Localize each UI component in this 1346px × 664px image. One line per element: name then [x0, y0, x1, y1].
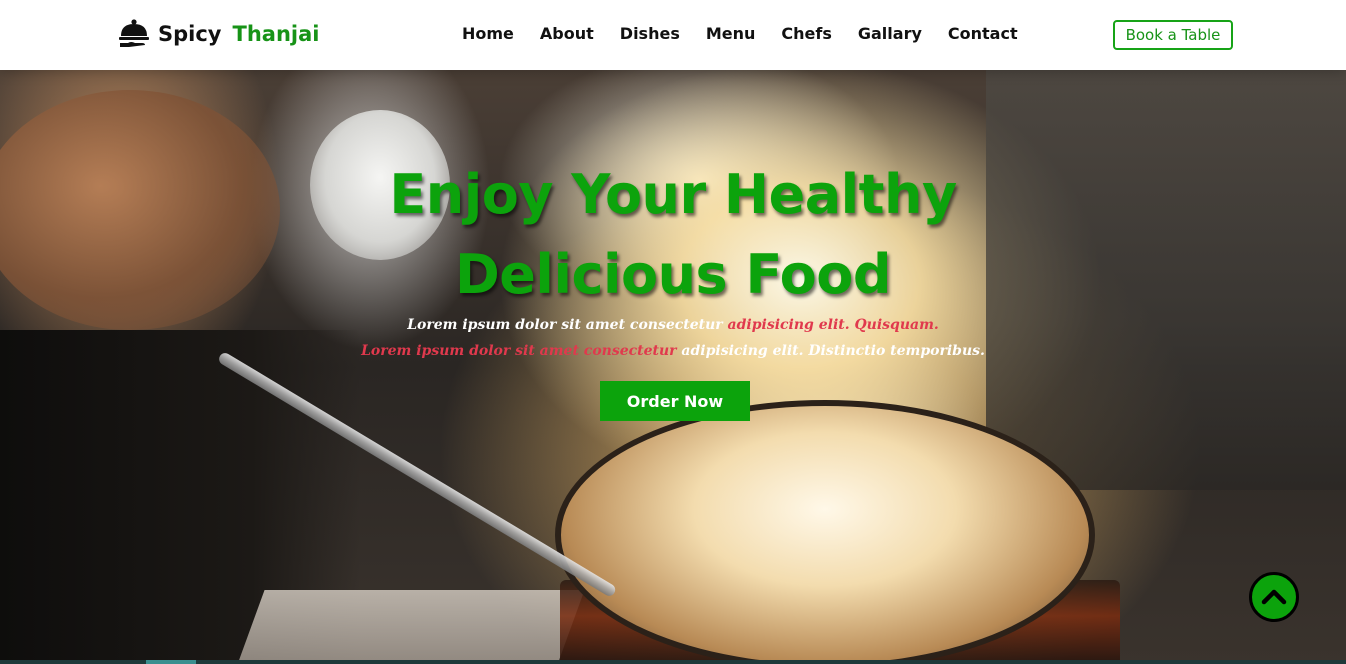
order-now-button[interactable]: Order Now	[600, 381, 750, 421]
cloche-serving-icon	[119, 19, 149, 47]
flaming-pan-image	[555, 400, 1095, 664]
chef-arm-image	[0, 90, 280, 330]
nav-about[interactable]: About	[527, 20, 607, 48]
hero-bottom-strip	[0, 660, 1346, 664]
chevron-up-icon	[1261, 589, 1287, 605]
scroll-to-top-button[interactable]	[1249, 572, 1299, 622]
site-header: Spicy Thanjai Home About Dishes Menu Chef…	[0, 0, 1346, 70]
nav-dishes[interactable]: Dishes	[607, 20, 693, 48]
hero-title-line2: Delicious Food	[454, 243, 892, 306]
hero-description-segment: Lorem ipsum dolor sit amet consectetur	[407, 317, 723, 333]
nav-contact[interactable]: Contact	[935, 20, 1031, 48]
hero-title: Enjoy Your Healthy Delicious Food	[300, 155, 1046, 315]
site-logo[interactable]: Spicy Thanjai	[116, 14, 319, 54]
nav-gallery[interactable]: Gallary	[845, 20, 935, 48]
hero-bottom-accent	[146, 660, 196, 664]
logo-text-primary: Spicy	[158, 22, 222, 46]
hero-description-line1: Lorem ipsum dolor sit amet consectetur a…	[300, 312, 1046, 338]
logo-text-brand: Thanjai	[232, 22, 320, 46]
hero-description-segment: Lorem ipsum dolor sit amet consectetur	[361, 343, 677, 359]
nav-menu[interactable]: Menu	[693, 20, 769, 48]
main-nav: Home About Dishes Menu Chefs Gallary Con…	[449, 20, 1031, 48]
nav-chefs[interactable]: Chefs	[768, 20, 844, 48]
book-table-button[interactable]: Book a Table	[1113, 20, 1233, 50]
hero-description-segment: adipisicing elit. Distinctio temporibus.	[676, 343, 985, 359]
hero-description-line2: Lorem ipsum dolor sit amet consectetur a…	[300, 338, 1046, 364]
hero-section: Enjoy Your Healthy Delicious Food Lorem …	[0, 70, 1346, 664]
hero-title-line1: Enjoy Your Healthy	[389, 163, 957, 226]
counter-image	[235, 590, 585, 664]
nav-home[interactable]: Home	[449, 20, 527, 48]
hero-description-segment: adipisicing elit. Quisquam.	[722, 317, 939, 333]
